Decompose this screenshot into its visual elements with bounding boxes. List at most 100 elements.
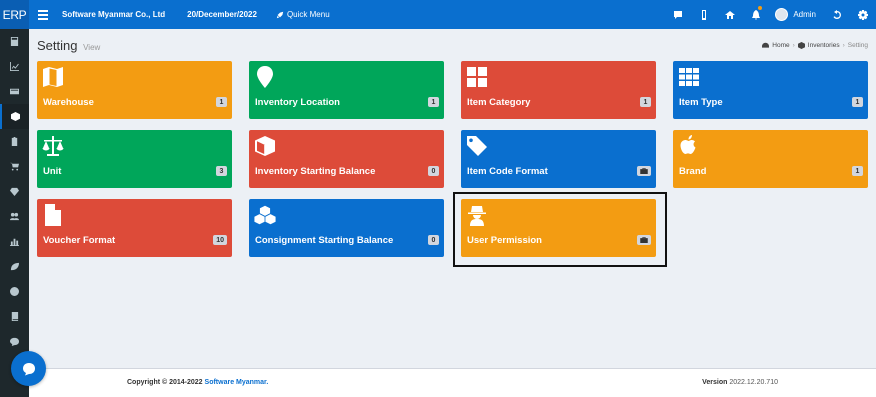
sidebar bbox=[0, 29, 29, 397]
top-navbar: ERP Software Myanmar Co., Ltd 20/Decembe… bbox=[0, 0, 876, 29]
clipboard-icon bbox=[11, 137, 18, 146]
sidebar-item-purchase[interactable] bbox=[0, 129, 29, 154]
count-badge: 10 bbox=[213, 235, 227, 245]
page-title-text: Setting bbox=[37, 38, 78, 53]
count-badge: 3 bbox=[216, 166, 227, 176]
count-badge: 0 bbox=[428, 235, 439, 245]
chat-bubble-icon bbox=[22, 362, 35, 375]
file-icon bbox=[42, 204, 64, 226]
rocket-icon bbox=[276, 11, 284, 18]
count-badge: 1 bbox=[640, 97, 651, 107]
th-large-icon bbox=[466, 66, 488, 88]
bell-icon[interactable] bbox=[743, 0, 769, 29]
breadcrumb-separator: › bbox=[792, 42, 795, 49]
version-value: 2022.12.20.710 bbox=[729, 379, 778, 386]
book-icon bbox=[11, 312, 19, 321]
credit-card-icon bbox=[10, 88, 19, 95]
tile-inventory-location[interactable]: Inventory Location 1 bbox=[249, 61, 444, 119]
home-icon[interactable] bbox=[717, 0, 743, 29]
breadcrumb-home[interactable]: Home bbox=[772, 42, 789, 49]
briefcase-icon bbox=[640, 168, 648, 174]
gear-icon[interactable] bbox=[850, 0, 876, 29]
quick-menu-link[interactable]: Quick Menu bbox=[276, 10, 330, 19]
sidebar-item-calculator[interactable] bbox=[0, 29, 29, 54]
sidebar-item-customers[interactable] bbox=[0, 204, 29, 229]
notification-dot bbox=[758, 6, 763, 10]
line-chart-icon bbox=[10, 62, 19, 71]
sidebar-toggle-button[interactable] bbox=[38, 9, 48, 20]
tile-warehouse[interactable]: Warehouse 1 bbox=[37, 61, 232, 119]
tile-brand[interactable]: Brand 1 bbox=[673, 130, 868, 188]
breadcrumb-inventories[interactable]: Inventories bbox=[808, 42, 840, 49]
page-subtitle: View bbox=[83, 43, 101, 52]
tile-item-code-format[interactable]: Item Code Format bbox=[461, 130, 656, 188]
tile-label: Item Code Format bbox=[467, 166, 548, 177]
count-badge: 1 bbox=[428, 97, 439, 107]
breadcrumb-current: Setting bbox=[847, 42, 868, 49]
footer: Copyright © 2014-2022 Software Myanmar. … bbox=[29, 368, 876, 397]
comment-icon bbox=[10, 337, 19, 346]
briefcase-badge bbox=[637, 166, 651, 176]
chat-icon[interactable] bbox=[665, 0, 691, 29]
user-menu[interactable]: Admin bbox=[775, 8, 816, 21]
count-badge: 1 bbox=[216, 97, 227, 107]
sidebar-item-sales[interactable] bbox=[0, 154, 29, 179]
sidebar-item-support[interactable] bbox=[0, 279, 29, 304]
cart-icon bbox=[10, 162, 19, 171]
tile-label: Inventory Starting Balance bbox=[255, 166, 376, 177]
page-title: Setting View bbox=[37, 38, 100, 53]
company-link[interactable]: Software Myanmar. bbox=[205, 379, 269, 386]
tile-label: Unit bbox=[43, 166, 62, 177]
tag-icon bbox=[466, 135, 488, 157]
tile-label: Inventory Location bbox=[255, 97, 340, 108]
copyright-text: Copyright © 2014-2022 bbox=[127, 379, 203, 386]
version-label: Version bbox=[702, 379, 728, 386]
tile-unit[interactable]: Unit 3 bbox=[37, 130, 232, 188]
cube-icon bbox=[11, 112, 20, 121]
tile-label: Warehouse bbox=[43, 97, 94, 108]
chat-widget-button[interactable] bbox=[11, 351, 46, 386]
map-marker-icon bbox=[254, 66, 276, 88]
tile-item-type[interactable]: Item Type 1 bbox=[673, 61, 868, 119]
current-date: 20/December/2022 bbox=[187, 10, 257, 19]
leaf-icon bbox=[10, 262, 19, 271]
version-info: Version 2022.12.20.710 bbox=[702, 379, 778, 386]
users-icon bbox=[10, 212, 19, 221]
company-name: Software Myanmar Co., Ltd bbox=[62, 10, 166, 19]
tile-label: Brand bbox=[679, 166, 707, 177]
copyright: Copyright © 2014-2022 Software Myanmar. bbox=[127, 379, 268, 386]
tile-inventory-starting-balance[interactable]: Inventory Starting Balance 0 bbox=[249, 130, 444, 188]
tile-consignment-starting-balance[interactable]: Consignment Starting Balance 0 bbox=[249, 199, 444, 257]
calculator-icon bbox=[10, 37, 19, 46]
diamond-icon bbox=[10, 187, 19, 196]
sidebar-item-finance[interactable] bbox=[0, 254, 29, 279]
cube-icon bbox=[797, 42, 805, 49]
apple-icon bbox=[678, 135, 700, 157]
sidebar-item-reports[interactable] bbox=[0, 54, 29, 79]
balance-scale-icon bbox=[42, 135, 64, 157]
quick-menu-label: Quick Menu bbox=[286, 10, 330, 19]
mobile-icon[interactable] bbox=[691, 0, 717, 29]
breadcrumb: Home › Inventories › Setting bbox=[762, 42, 868, 49]
bar-chart-icon bbox=[10, 238, 19, 246]
tile-label: Voucher Format bbox=[43, 235, 116, 246]
sidebar-item-products[interactable] bbox=[0, 179, 29, 204]
user-avatar bbox=[775, 8, 789, 21]
tile-label: Item Type bbox=[679, 97, 723, 108]
selection-highlight-frame bbox=[453, 192, 667, 267]
count-badge: 0 bbox=[428, 166, 439, 176]
sidebar-item-analytics[interactable] bbox=[0, 229, 29, 254]
user-name: Admin bbox=[793, 10, 816, 19]
count-badge: 1 bbox=[852, 166, 863, 176]
tile-voucher-format[interactable]: Voucher Format 10 bbox=[37, 199, 232, 257]
sidebar-item-payments[interactable] bbox=[0, 79, 29, 104]
history-icon[interactable] bbox=[824, 0, 850, 29]
th-icon bbox=[678, 66, 700, 88]
breadcrumb-separator: › bbox=[842, 42, 845, 49]
dashboard-icon bbox=[762, 42, 770, 48]
app-logo[interactable]: ERP bbox=[0, 0, 29, 29]
sidebar-item-inventory[interactable] bbox=[0, 104, 29, 129]
count-badge: 1 bbox=[852, 97, 863, 107]
tile-item-category[interactable]: Item Category 1 bbox=[461, 61, 656, 119]
sidebar-item-docs[interactable] bbox=[0, 304, 29, 329]
